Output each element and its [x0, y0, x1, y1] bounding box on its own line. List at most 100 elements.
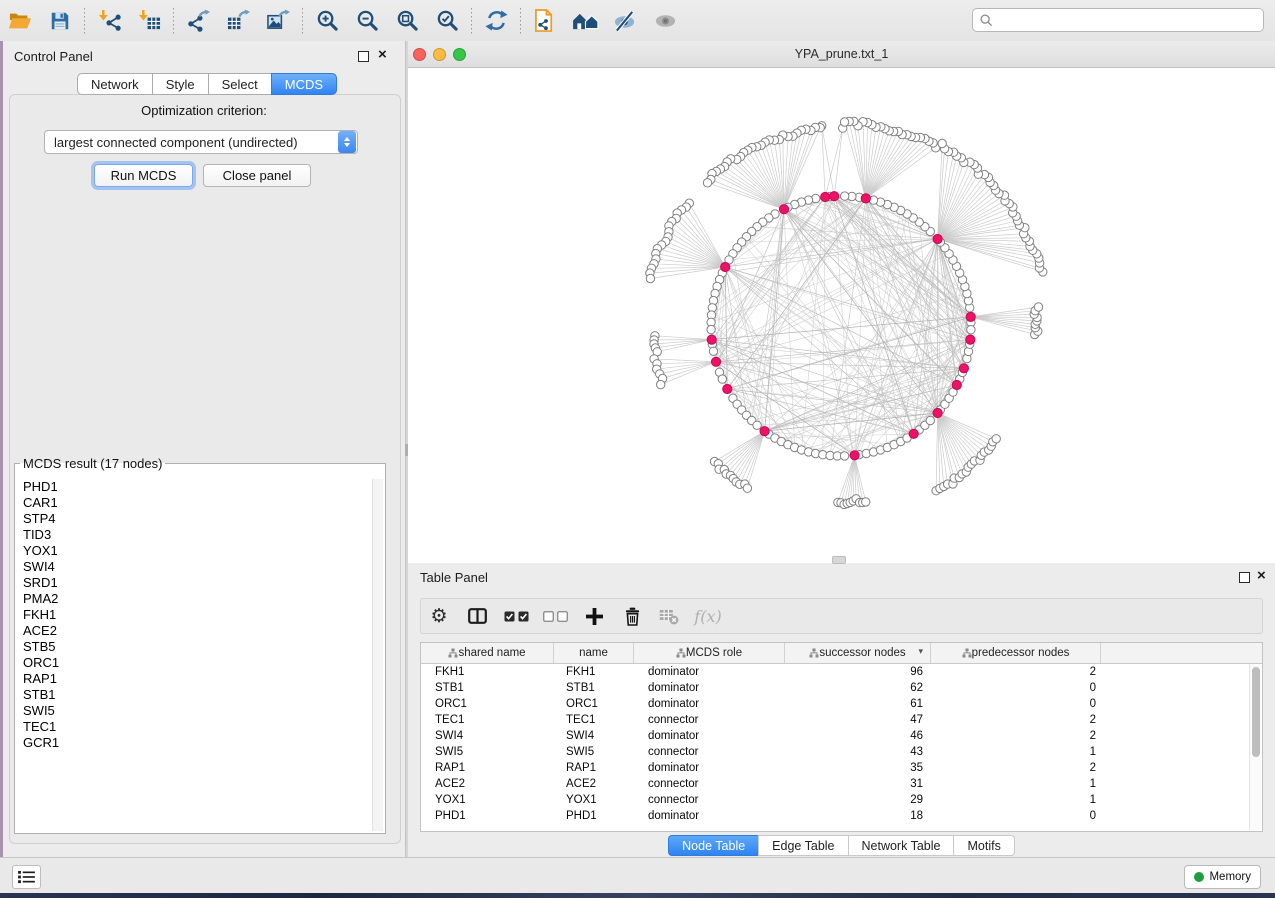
mcds-result-item[interactable]: SWI5	[16, 703, 374, 719]
window-close-button[interactable]	[413, 48, 426, 61]
mcds-node[interactable]	[760, 427, 769, 436]
show-all-button[interactable]	[645, 4, 685, 38]
close-panel-icon[interactable]: ×	[378, 50, 387, 60]
network-view-canvas[interactable]	[408, 68, 1275, 563]
mcds-result-item[interactable]: STB5	[16, 639, 374, 655]
run-mcds-button[interactable]: Run MCDS	[94, 164, 193, 187]
mcds-result-item[interactable]: STB1	[16, 687, 374, 703]
window-minimize-button[interactable]	[433, 48, 446, 61]
table-scrollbar[interactable]	[1249, 664, 1261, 830]
close-table-panel-icon[interactable]: ×	[1257, 571, 1266, 581]
mcds-node[interactable]	[933, 408, 942, 417]
mcds-node[interactable]	[779, 205, 788, 214]
table-settings-button[interactable]: ⚙	[421, 601, 457, 631]
mcds-node[interactable]	[959, 364, 968, 373]
mcds-node[interactable]	[821, 192, 830, 201]
mcds-node[interactable]	[850, 451, 859, 460]
delete-table-button[interactable]	[651, 601, 687, 631]
mcds-result-item[interactable]: RAP1	[16, 671, 374, 687]
zoom-in-button[interactable]	[307, 4, 347, 38]
export-network-button[interactable]	[178, 4, 218, 38]
float-panel-icon[interactable]	[358, 51, 369, 62]
table-row[interactable]: SWI5SWI5connector431	[421, 744, 1262, 760]
horizontal-splitter-handle[interactable]	[832, 556, 846, 564]
import-network-button[interactable]	[89, 4, 129, 38]
tab-select[interactable]: Select	[208, 73, 271, 95]
memory-button[interactable]: Memory	[1184, 865, 1261, 889]
float-table-panel-icon[interactable]	[1239, 572, 1250, 583]
mcds-result-item[interactable]: SRD1	[16, 575, 374, 591]
save-session-button[interactable]	[40, 4, 80, 38]
zoom-out-button[interactable]	[347, 4, 387, 38]
show-columns-button[interactable]	[457, 601, 497, 631]
tab-network[interactable]: Network	[77, 73, 152, 95]
mcds-result-list[interactable]: PHD1CAR1STP4TID3YOX1SWI4SRD1PMA2FKH1ACE2…	[16, 479, 374, 831]
column-header-successor-nodes[interactable]: successor nodes▾	[785, 643, 931, 663]
add-column-button[interactable]	[575, 601, 613, 631]
mcds-result-item[interactable]: TEC1	[16, 719, 374, 735]
mcds-node[interactable]	[909, 429, 918, 438]
tab-style[interactable]: Style	[152, 73, 208, 95]
mcds-result-item[interactable]: SWI4	[16, 559, 374, 575]
mcds-node[interactable]	[933, 234, 942, 243]
open-session-button[interactable]	[0, 4, 40, 38]
table-row[interactable]: ACE2ACE2connector311	[421, 776, 1262, 792]
first-neighbors-button[interactable]	[565, 4, 605, 38]
table-row[interactable]: RAP1RAP1dominator352	[421, 760, 1262, 776]
tab-mcds[interactable]: MCDS	[271, 73, 337, 95]
table-row[interactable]: YOX1YOX1connector291	[421, 792, 1262, 808]
mcds-node[interactable]	[723, 384, 732, 393]
column-header-name[interactable]: name	[554, 643, 634, 663]
mcds-result-item[interactable]: CAR1	[16, 495, 374, 511]
tab-node-table[interactable]: Node Table	[668, 835, 758, 856]
mcds-node[interactable]	[966, 312, 975, 321]
function-builder-button[interactable]: f(x)	[687, 601, 729, 631]
mcds-result-item[interactable]: PMA2	[16, 591, 374, 607]
optimization-criterion-select[interactable]: largest connected component (undirected)	[44, 130, 358, 154]
mcds-result-item[interactable]: FKH1	[16, 607, 374, 623]
tab-edge-table[interactable]: Edge Table	[758, 835, 847, 856]
table-row[interactable]: PHD1PHD1dominator180	[421, 808, 1262, 824]
mcds-node[interactable]	[711, 357, 720, 366]
clone-network-button[interactable]	[525, 4, 565, 38]
tab-network-table[interactable]: Network Table	[848, 835, 954, 856]
deselect-all-button[interactable]	[535, 601, 575, 631]
network-window-titlebar[interactable]: YPA_prune.txt_1	[408, 41, 1275, 68]
zoom-fit-button[interactable]	[387, 4, 427, 38]
export-image-button[interactable]	[258, 4, 298, 38]
table-scrollbar-thumb[interactable]	[1252, 667, 1260, 757]
network-graph[interactable]	[408, 68, 1275, 563]
delete-column-button[interactable]	[613, 601, 651, 631]
mcds-result-item[interactable]: PHD1	[16, 479, 374, 495]
hide-selected-button[interactable]	[605, 4, 645, 38]
mcds-result-item[interactable]: STP4	[16, 511, 374, 527]
table-row[interactable]: STB1STB1dominator620	[421, 680, 1262, 696]
mcds-node[interactable]	[952, 380, 961, 389]
mcds-node[interactable]	[830, 192, 839, 201]
close-panel-button[interactable]: Close panel	[203, 164, 311, 187]
search-box[interactable]	[972, 8, 1264, 32]
mcds-node[interactable]	[861, 194, 870, 203]
mcds-node[interactable]	[721, 262, 730, 271]
column-header-predecessor-nodes[interactable]: predecessor nodes	[931, 643, 1101, 663]
mcds-node[interactable]	[966, 335, 975, 344]
mcds-result-item[interactable]: YOX1	[16, 543, 374, 559]
table-row[interactable]: SWI4SWI4dominator462	[421, 728, 1262, 744]
table-row[interactable]: TEC1TEC1connector472	[421, 712, 1262, 728]
table-row[interactable]: FKH1FKH1dominator962	[421, 664, 1262, 680]
tab-motifs[interactable]: Motifs	[953, 835, 1014, 856]
import-table-button[interactable]	[129, 4, 169, 38]
column-header-MCDS-role[interactable]: MCDS role	[634, 643, 785, 663]
search-input[interactable]	[998, 12, 1263, 28]
zoom-selected-button[interactable]	[427, 4, 467, 38]
task-history-button[interactable]	[12, 865, 41, 889]
window-maximize-button[interactable]	[453, 48, 466, 61]
mcds-result-item[interactable]: ACE2	[16, 623, 374, 639]
mcds-result-item[interactable]: GCR1	[16, 735, 374, 751]
mcds-result-item[interactable]: TID3	[16, 527, 374, 543]
export-table-button[interactable]	[218, 4, 258, 38]
select-all-button[interactable]	[497, 601, 535, 631]
mcds-result-scrollbar[interactable]	[372, 479, 383, 831]
mcds-node[interactable]	[707, 335, 716, 344]
refresh-view-button[interactable]	[476, 4, 516, 38]
